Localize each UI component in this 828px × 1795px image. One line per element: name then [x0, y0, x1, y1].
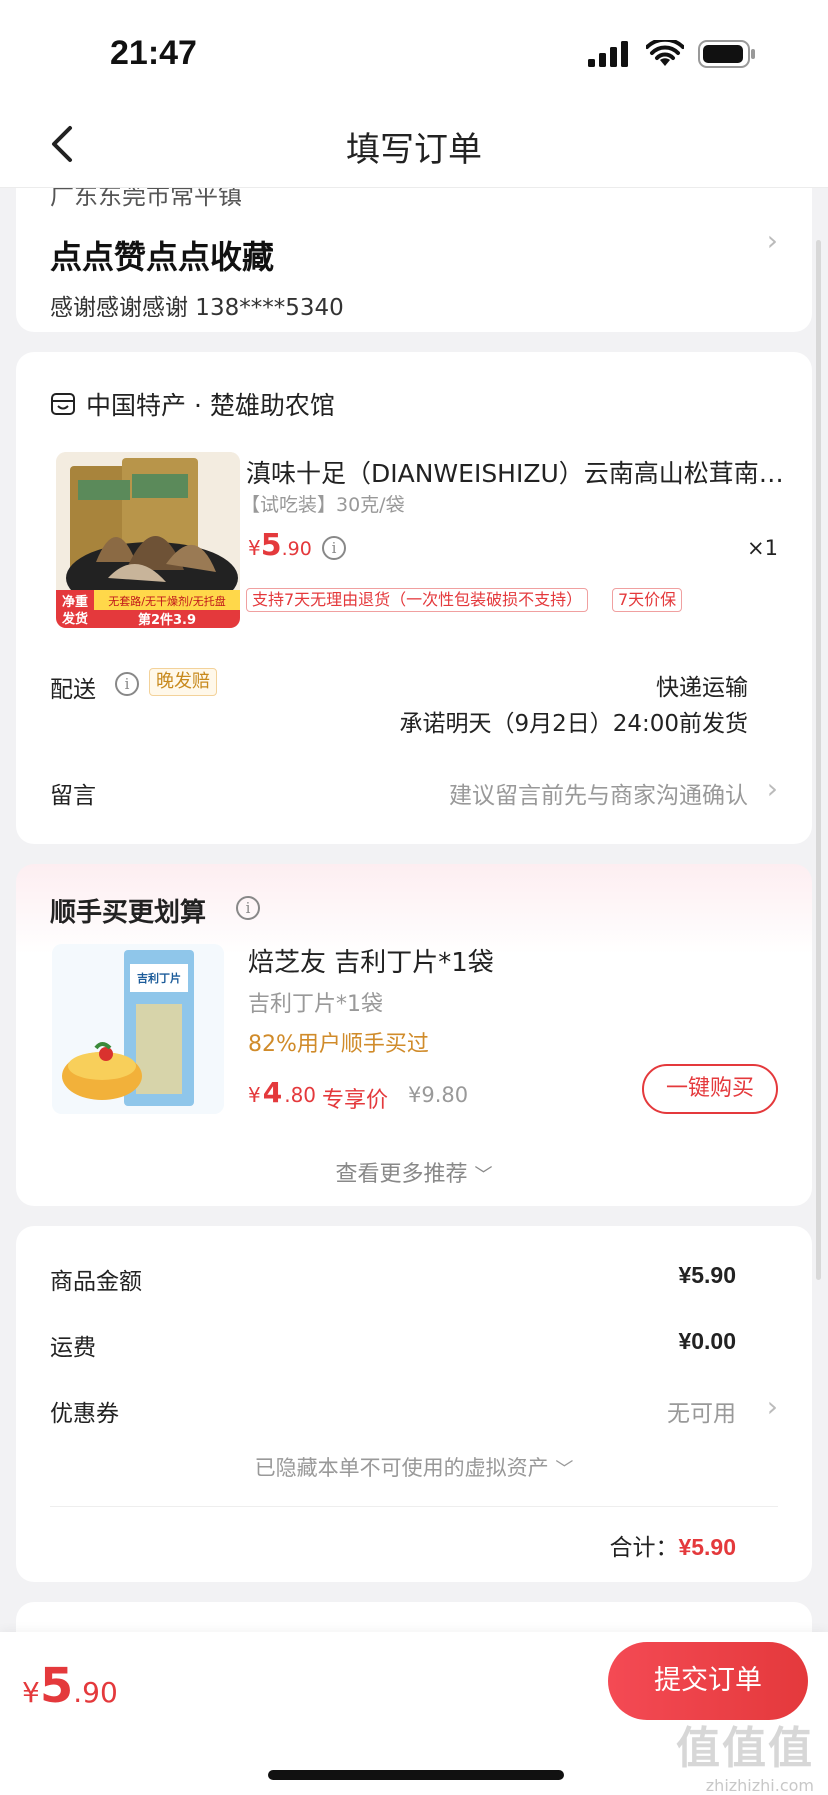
- chevron-right-icon: ›: [766, 1390, 778, 1423]
- gelatin-product-illustration: 吉利丁片: [52, 944, 224, 1114]
- price-summary-card: 商品金额 ¥5.90 运费 ¥0.00 优惠券 无可用 › 已隐藏本单不可使用的…: [16, 1226, 812, 1582]
- total-value: ¥5.90: [678, 1534, 736, 1560]
- chevron-right-icon: ›: [766, 772, 778, 805]
- checkout-bar: ¥ 5 .90 提交订单 值值值 zhizhizhi.com: [0, 1632, 828, 1795]
- recommend-item-spec: 吉利丁片*1袋: [248, 992, 383, 1017]
- svg-text:发货: 发货: [61, 611, 88, 627]
- more-recommendations-label: 查看更多推荐: [335, 1162, 468, 1187]
- coupon-value: 无可用: [667, 1401, 736, 1427]
- price-currency: ¥: [22, 1676, 40, 1709]
- shop-name: 中国特产 · 楚雄助农馆: [86, 391, 335, 420]
- price-currency: ¥: [248, 1083, 261, 1107]
- recommend-card: 顺手买更划算 i 吉利丁片 焙芝友 吉利丁片*1袋 吉利丁片*1袋 82%用户顺…: [16, 864, 812, 1206]
- recommend-item-name[interactable]: 焙芝友 吉利丁片*1袋: [248, 942, 494, 979]
- address-contact: 感谢感谢感谢 138****5340: [50, 295, 344, 321]
- product-quantity: ×1: [747, 536, 778, 560]
- order-card: 中国特产 · 楚雄助农馆 净重 发货 无套路/无干燥剂/无托盘 第2件3.9 滇…: [16, 352, 812, 844]
- product-spec: 【试吃装】30克/袋: [241, 494, 405, 516]
- status-icons: [588, 40, 756, 68]
- subtotal-value: ¥5.90: [678, 1262, 736, 1288]
- return-policy-tag: 支持7天无理由退货（一次性包装破损不支持）: [246, 588, 589, 612]
- watermark-logo: 值值值: [676, 1723, 814, 1774]
- recommend-image-text: 吉利丁片: [137, 971, 181, 985]
- shipping-fee-label: 运费: [50, 1335, 96, 1361]
- info-icon[interactable]: i: [322, 536, 346, 560]
- subtotal-row: 商品金额 ¥5.90: [50, 1262, 736, 1296]
- product-price: ¥ 5 .90: [248, 528, 312, 563]
- message-label: 留言: [50, 783, 96, 809]
- shipping-label: 配送: [50, 677, 96, 703]
- more-recommendations-link[interactable]: 查看更多推荐 ﹀: [16, 1156, 812, 1188]
- chevron-down-icon: ﹀: [474, 1165, 493, 1186]
- home-indicator[interactable]: [268, 1770, 564, 1780]
- chevron-down-icon: ﹀: [555, 1459, 574, 1480]
- submit-order-button[interactable]: 提交订单: [608, 1642, 808, 1720]
- address-card[interactable]: 广东东莞市常平镇 点点赞点点收藏 感谢感谢感谢 138****5340 ›: [16, 188, 812, 332]
- price-protect-tag: 7天价保: [612, 588, 683, 612]
- shipping-method: 快递运输: [656, 675, 748, 701]
- price-integer: 4: [262, 1076, 283, 1109]
- total-label: 合计：: [609, 1535, 679, 1561]
- exclusive-price-label: 专享价: [322, 1088, 389, 1113]
- checkout-total: ¥ 5 .90: [22, 1658, 118, 1714]
- message-input[interactable]: 建议留言前先与商家沟通确认: [449, 776, 748, 810]
- watermark: 值值值 zhizhizhi.com: [676, 1712, 814, 1795]
- product-image[interactable]: 净重 发货 无套路/无干燥剂/无托盘 第2件3.9: [56, 452, 240, 628]
- shipping-fee-value: ¥0.00: [678, 1328, 736, 1354]
- address-region: 广东东莞市常平镇: [50, 188, 242, 210]
- watermark-url: zhizhizhi.com: [705, 1776, 814, 1795]
- cellular-signal-icon: [588, 41, 628, 67]
- wifi-icon: [646, 40, 684, 66]
- recommend-item-price: ¥ 4 .80: [248, 1076, 316, 1109]
- status-time: 21:47: [110, 34, 197, 72]
- price-decimal: .80: [284, 1083, 317, 1107]
- price-integer: 5: [39, 1658, 74, 1714]
- chevron-right-icon: ›: [766, 224, 778, 257]
- hidden-assets-toggle[interactable]: 已隐藏本单不可使用的虚拟资产 ﹀: [16, 1452, 812, 1482]
- svg-text:净重: 净重: [62, 594, 88, 610]
- late-compensation-tag: 晚发赔: [149, 668, 217, 696]
- nav-bar: 填写订单: [0, 100, 828, 188]
- product-title[interactable]: 滇味十足（DIANWEISHIZU）云南高山松茸南华...: [246, 454, 786, 490]
- shop-header[interactable]: 中国特产 · 楚雄助农馆: [50, 386, 335, 422]
- recommend-info-icon[interactable]: i: [236, 896, 260, 920]
- mushroom-product-illustration: 净重 发货 无套路/无干燥剂/无托盘 第2件3.9: [56, 452, 240, 628]
- page-title: 填写订单: [346, 130, 482, 170]
- price-integer: 5: [260, 528, 282, 563]
- status-bar: 21:47: [0, 0, 828, 100]
- price-decimal: .90: [73, 1676, 118, 1709]
- coupon-label: 优惠券: [50, 1401, 119, 1427]
- battery-icon: [698, 40, 755, 68]
- shop-icon: [51, 393, 75, 415]
- price-decimal: .90: [281, 538, 312, 560]
- hidden-assets-label: 已隐藏本单不可使用的虚拟资产: [254, 1456, 549, 1480]
- recommend-item-image[interactable]: 吉利丁片: [52, 944, 224, 1114]
- recommend-item-popularity: 82%用户顺手买过: [248, 1032, 429, 1057]
- shipping-fee-row: 运费 ¥0.00: [50, 1328, 736, 1362]
- address-detail: 点点赞点点收藏: [50, 238, 275, 276]
- total-amount: 合计：¥5.90: [609, 1528, 736, 1562]
- coupon-row[interactable]: 优惠券 无可用: [50, 1394, 736, 1428]
- shipping-info-icon[interactable]: i: [115, 672, 139, 696]
- recommend-title: 顺手买更划算: [50, 898, 207, 928]
- one-click-buy-button[interactable]: 一键购买: [642, 1064, 778, 1114]
- original-price: ¥9.80: [408, 1083, 469, 1107]
- scrollbar[interactable]: [816, 240, 821, 1280]
- shipping-promise: 承诺明天（9月2日）24:00前发货: [399, 711, 748, 737]
- price-currency: ¥: [248, 536, 261, 560]
- subtotal-label: 商品金额: [50, 1269, 142, 1295]
- svg-text:无套路/无干燥剂/无托盘: 无套路/无干燥剂/无托盘: [108, 594, 225, 608]
- svg-text:第2件3.9: 第2件3.9: [138, 612, 196, 628]
- divider: [50, 1506, 778, 1507]
